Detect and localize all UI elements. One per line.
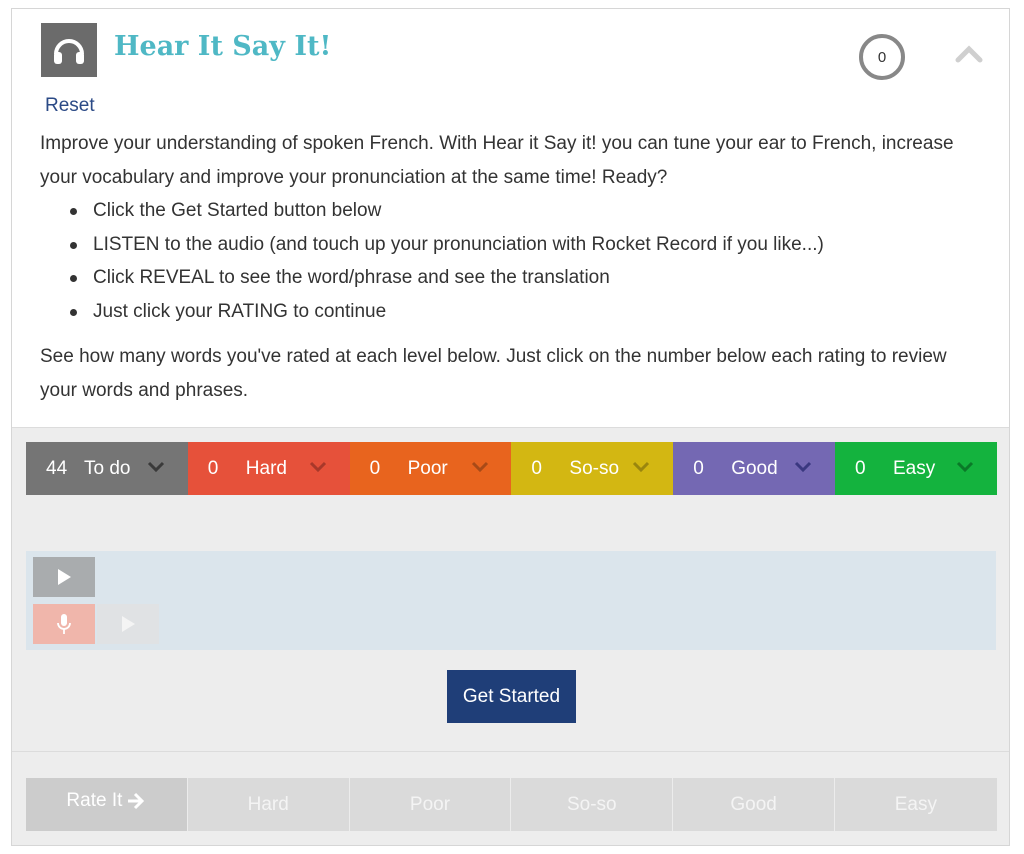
audio-section: Get Started — [12, 523, 1009, 752]
record-button[interactable] — [33, 604, 95, 644]
play-icon — [122, 616, 135, 632]
rating-label: Good — [731, 458, 778, 479]
rating-todo-cell[interactable]: 44 To do — [26, 442, 188, 495]
score-badge: 0 — [859, 34, 905, 80]
play-audio-button[interactable] — [33, 557, 95, 597]
rate-it-text: Rate It — [66, 790, 123, 811]
rating-easy-cell[interactable]: 0 Easy — [834, 442, 997, 495]
play-icon — [58, 569, 71, 585]
rating-label: Poor — [407, 458, 448, 479]
rating-count[interactable]: 0 — [855, 458, 866, 480]
list-item: Just click your RATING to continue — [70, 295, 980, 329]
microphone-icon — [57, 614, 71, 634]
rating-summary-bar: 44 To do 0 Hard 0 Poor 0 So-so 0 Good 0 Easy — [26, 442, 997, 495]
instructions: Improve your understanding of spoken Fre… — [40, 127, 980, 407]
rating-count[interactable]: 0 — [693, 458, 704, 480]
rate-poor-button[interactable]: Poor — [349, 778, 512, 831]
rating-label: To do — [84, 458, 131, 479]
rating-count[interactable]: 0 — [531, 458, 542, 480]
instruction-list: Click the Get Started button below LISTE… — [40, 194, 980, 328]
headphones-icon — [41, 23, 97, 77]
rate-section: Rate It Hard Poor So-so Good Easy — [12, 752, 1009, 845]
rating-hard-cell[interactable]: 0 Hard — [187, 442, 350, 495]
chevron-down-icon[interactable] — [146, 460, 166, 474]
rating-poor-cell[interactable]: 0 Poor — [349, 442, 512, 495]
page-title: Hear It Say It! — [114, 31, 332, 62]
play-recording-button[interactable] — [97, 604, 159, 644]
arrow-right-icon — [128, 792, 145, 810]
rating-help-paragraph: See how many words you've rated at each … — [40, 346, 947, 401]
rate-it-label: Rate It — [26, 778, 188, 831]
rate-bar: Rate It Hard Poor So-so Good Easy — [26, 778, 997, 831]
chevron-down-icon[interactable] — [793, 460, 813, 474]
reset-link[interactable]: Reset — [45, 95, 95, 117]
chevron-up-icon[interactable] — [955, 45, 983, 68]
hear-it-say-it-card: Reset Hear It Say It! 0 Improve your und… — [11, 8, 1010, 846]
score-value: 0 — [877, 48, 887, 66]
rate-hard-button[interactable]: Hard — [187, 778, 350, 831]
chevron-down-icon[interactable] — [631, 460, 651, 474]
rating-label: Easy — [892, 458, 936, 479]
rating-summary-section: 44 To do 0 Hard 0 Poor 0 So-so 0 Good 0 Easy — [12, 427, 1009, 524]
rating-soso-cell[interactable]: 0 So-so — [511, 442, 674, 495]
rate-good-button[interactable]: Good — [673, 778, 835, 831]
card-header: Reset Hear It Say It! 0 — [41, 23, 991, 123]
rating-count[interactable]: 0 — [208, 458, 219, 480]
list-item: Click REVEAL to see the word/phrase and … — [70, 261, 980, 295]
chevron-down-icon[interactable] — [470, 460, 490, 474]
chevron-down-icon[interactable] — [955, 460, 975, 474]
rating-label: So-so — [569, 458, 620, 479]
rate-easy-button[interactable]: Easy — [834, 778, 997, 831]
rate-soso-button[interactable]: So-so — [511, 778, 674, 831]
chevron-down-icon[interactable] — [308, 460, 328, 474]
get-started-button[interactable]: Get Started — [447, 670, 576, 723]
audio-panel — [26, 551, 996, 650]
list-item: Click the Get Started button below — [70, 194, 980, 228]
list-item: LISTEN to the audio (and touch up your p… — [70, 228, 980, 262]
rating-label: Hard — [245, 458, 287, 479]
rating-count[interactable]: 44 — [46, 458, 67, 480]
rating-count[interactable]: 0 — [370, 458, 381, 480]
rating-good-cell[interactable]: 0 Good — [673, 442, 835, 495]
intro-paragraph: Improve your understanding of spoken Fre… — [40, 133, 954, 188]
